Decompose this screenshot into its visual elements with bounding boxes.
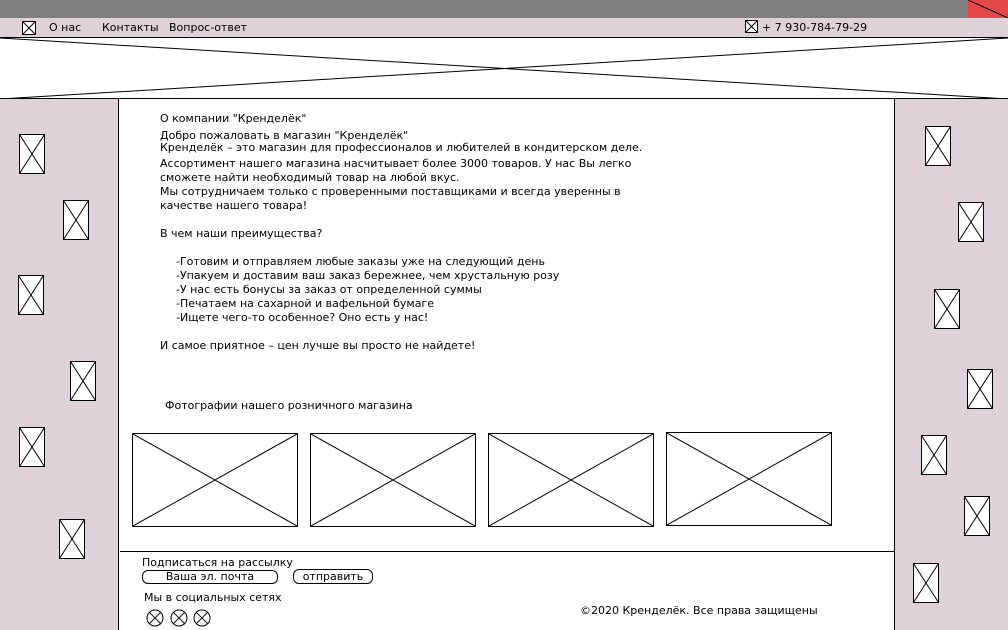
social-link-icon[interactable] xyxy=(146,609,164,627)
store-photo-placeholder[interactable] xyxy=(310,433,476,527)
intro-paragraph: Кренделёк – это магазин для профессионал… xyxy=(160,141,642,213)
nav-item-contacts[interactable]: Контакты xyxy=(102,21,159,35)
footer-divider xyxy=(120,551,894,552)
intro-line: качестве нашего товара! xyxy=(160,199,308,212)
email-input[interactable]: Ваша эл. почта xyxy=(142,570,278,584)
list-item: -Печатаем на сахарной и вафельной бумаге xyxy=(176,297,434,310)
image-placeholder-icon xyxy=(925,126,951,166)
list-item: -Ищете чего-то особенное? Оно есть у нас… xyxy=(176,311,429,324)
send-button[interactable]: отправить xyxy=(293,569,373,584)
image-placeholder-icon xyxy=(934,289,960,329)
image-placeholder-icon xyxy=(913,563,939,603)
phone-icon xyxy=(745,20,758,33)
main-content: О компании "Кренделёк" Добро пожаловать … xyxy=(120,99,894,630)
store-photo-placeholder[interactable] xyxy=(488,433,654,527)
intro-line: Мы сотрудничаем только с проверенными по… xyxy=(160,185,621,198)
image-placeholder-icon xyxy=(18,275,44,315)
store-photo-placeholder[interactable] xyxy=(666,432,832,526)
top-nav: О нас Контакты Вопрос-ответ + 7 930-784-… xyxy=(0,18,1008,38)
image-placeholder-icon xyxy=(921,435,947,475)
image-placeholder-icon xyxy=(63,200,89,240)
intro-line: Кренделёк – это магазин для профессионал… xyxy=(160,141,643,154)
intro-line: Ассортимент нашего магазина насчитывает … xyxy=(160,157,632,170)
social-link-icon[interactable] xyxy=(170,609,188,627)
left-side-panel xyxy=(0,99,119,630)
list-item: -Упакуем и доставим ваш заказ бережнее, … xyxy=(176,269,560,282)
advantages-title: В чем наши преимущества? xyxy=(160,227,323,240)
nav-item-faq[interactable]: Вопрос-ответ xyxy=(169,21,247,35)
image-placeholder-icon xyxy=(967,369,993,409)
close-button[interactable] xyxy=(968,0,1008,18)
logo-placeholder-icon[interactable] xyxy=(22,21,36,35)
copyright-text: ©2020 Кренделёк. Все права защищены xyxy=(580,604,818,617)
photos-title: Фотографии нашего розничного магазина xyxy=(165,399,413,412)
banner-image-placeholder xyxy=(0,38,1008,99)
intro-line: сможете найти необходимый товар на любой… xyxy=(160,171,460,184)
image-placeholder-icon xyxy=(19,427,45,467)
subscribe-label: Подписаться на рассылку xyxy=(142,556,293,569)
window-titlebar xyxy=(0,0,1008,18)
image-placeholder-icon xyxy=(59,519,85,559)
nav-item-about[interactable]: О нас xyxy=(49,21,81,35)
image-placeholder-icon xyxy=(964,496,990,536)
store-photo-placeholder[interactable] xyxy=(132,433,298,527)
right-side-panel xyxy=(894,99,1008,630)
advantages-list: -Готовим и отправляем любые заказы уже н… xyxy=(176,255,559,325)
social-label: Мы в социальных сетях xyxy=(144,591,282,604)
phone-number[interactable]: + 7 930-784-79-29 xyxy=(762,21,867,35)
social-link-icon[interactable] xyxy=(193,609,211,627)
list-item: -У нас есть бонусы за заказ от определен… xyxy=(176,283,482,296)
about-heading: О компании "Кренделёк" xyxy=(160,112,307,125)
image-placeholder-icon xyxy=(70,361,96,401)
closing-text: И самое приятное – цен лучше вы просто н… xyxy=(160,339,476,352)
close-icon xyxy=(968,0,1008,18)
list-item: -Готовим и отправляем любые заказы уже н… xyxy=(176,255,545,268)
image-placeholder-icon xyxy=(958,202,984,242)
image-placeholder-icon xyxy=(19,134,45,174)
